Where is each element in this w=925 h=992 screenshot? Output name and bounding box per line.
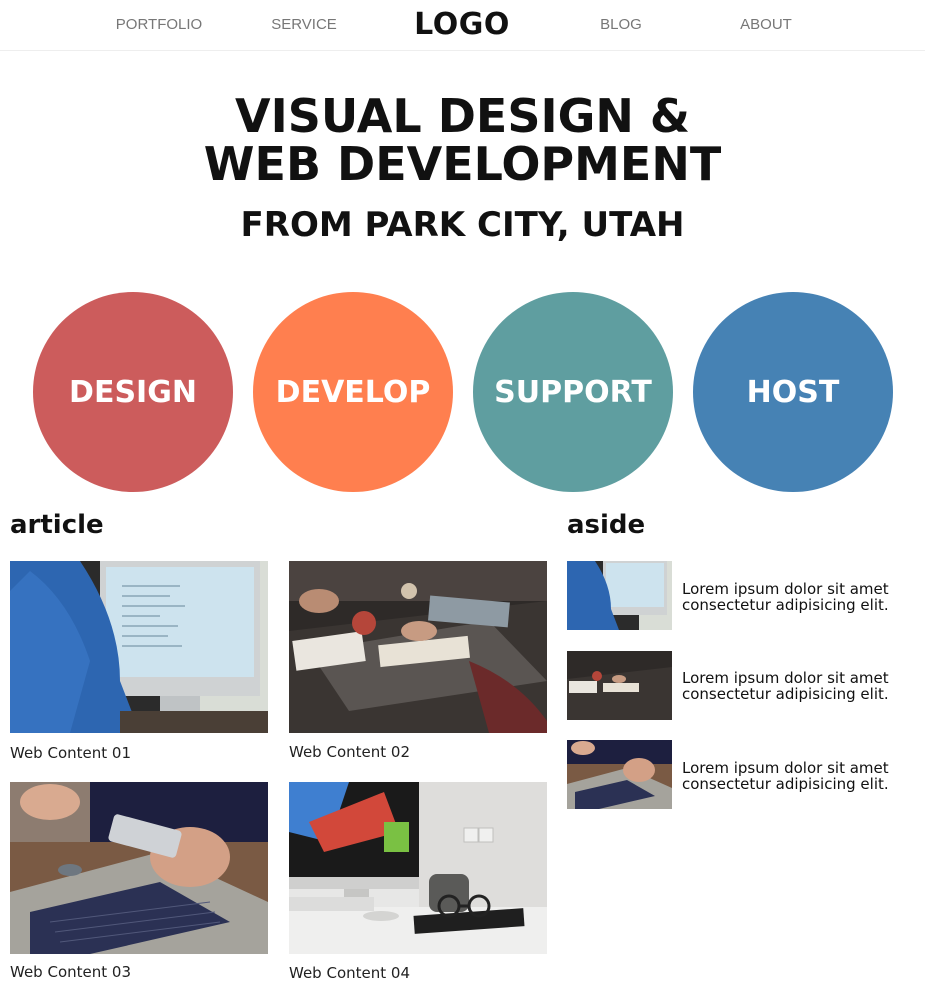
service-label: SUPPORT — [494, 374, 652, 410]
photo-person-at-computer — [10, 561, 268, 733]
aside-item-thumbnail[interactable] — [567, 651, 672, 720]
article-card-caption: Web Content 04 — [289, 964, 410, 982]
photo-hands-phone-laptop — [10, 782, 268, 954]
nav-link-about[interactable]: ABOUT — [706, 0, 826, 50]
article-card-image[interactable] — [10, 561, 268, 733]
service-label: DESIGN — [69, 374, 197, 410]
article-heading: article — [10, 510, 104, 540]
hero-title: VISUAL DESIGN & WEB DEVELOPMENT — [203, 89, 722, 191]
top-navigation: PORTFOLIO SERVICE LOGO BLOG ABOUT — [0, 0, 925, 51]
service-circle-support[interactable]: SUPPORT — [473, 292, 673, 492]
hero-subtitle: FROM PARK CITY, UTAH — [240, 205, 685, 245]
aside-item-text: Lorem ipsum dolor sit amet consectetur a… — [682, 759, 889, 793]
aside-item-thumbnail[interactable] — [567, 740, 672, 809]
service-label: DEVELOP — [275, 374, 431, 410]
photo-team-meeting — [567, 651, 672, 720]
service-circle-develop[interactable]: DEVELOP — [253, 292, 453, 492]
photo-hands-phone-laptop — [567, 740, 672, 809]
nav-link-portfolio[interactable]: PORTFOLIO — [99, 0, 219, 50]
article-card-caption: Web Content 02 — [289, 743, 410, 761]
article-card-image[interactable] — [289, 561, 547, 733]
photo-person-at-computer — [567, 561, 672, 630]
photo-desk-workspace — [289, 782, 547, 954]
nav-link-service[interactable]: SERVICE — [244, 0, 364, 50]
aside-heading: aside — [567, 510, 646, 540]
article-card-caption: Web Content 03 — [10, 963, 131, 981]
article-card-image[interactable] — [289, 782, 547, 954]
service-label: HOST — [746, 374, 840, 410]
nav-link-blog[interactable]: BLOG — [561, 0, 681, 50]
photo-team-meeting — [289, 561, 547, 733]
aside-item-text: Lorem ipsum dolor sit amet consectetur a… — [682, 669, 889, 703]
logo[interactable]: LOGO — [392, 0, 532, 50]
aside-item-thumbnail[interactable] — [567, 561, 672, 630]
aside-item-text: Lorem ipsum dolor sit amet consectetur a… — [682, 580, 889, 614]
service-circle-design[interactable]: DESIGN — [33, 292, 233, 492]
page: PORTFOLIO SERVICE LOGO BLOG ABOUT VISUAL… — [0, 0, 925, 992]
article-card-image[interactable] — [10, 782, 268, 954]
service-circle-host[interactable]: HOST — [693, 292, 893, 492]
article-card-caption: Web Content 01 — [10, 744, 131, 762]
